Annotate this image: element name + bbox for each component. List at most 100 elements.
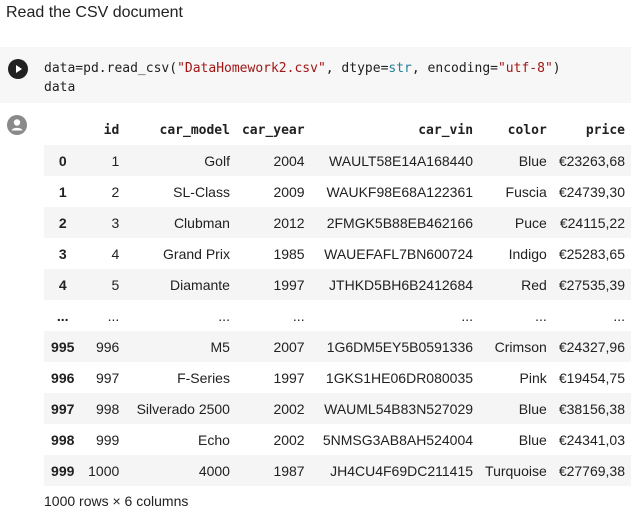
table-cell: F-Series	[177, 369, 230, 386]
table-cell: Blue	[518, 431, 547, 448]
table-cell: ...	[461, 307, 474, 324]
table-cell: ...	[613, 307, 625, 324]
table-cell: 4000	[198, 462, 230, 479]
markdown-cell-text: Read the CSV document	[6, 4, 183, 21]
table-cell: Clubman	[173, 214, 230, 231]
table-cell: 1	[111, 152, 120, 169]
table-row: 996 997 F-Series 1997 1GKS1HE06DR080035 Pink €…	[44, 362, 631, 393]
table-cell: 2004	[273, 152, 305, 169]
row-index: 1	[58, 183, 67, 200]
table-header-row: id car_model car_year car_vin color pric…	[44, 115, 631, 145]
row-index: 999	[51, 462, 75, 479]
table-cell: Pink	[519, 369, 547, 386]
table-cell: €24115,22	[559, 214, 625, 231]
table-cell: 5NMSG3AB8AH524004	[322, 431, 474, 448]
table-row: 995 996 M5 2007 1G6DM5EY5B0591336 Crimson €243…	[44, 331, 631, 362]
table-cell: 2009	[273, 183, 305, 200]
code-editor[interactable]: data=pd.read_csv("DataHomework2.csv", dt…	[44, 59, 561, 97]
table-cell: 1GKS1HE06DR080035	[325, 369, 474, 386]
table-cell: Echo	[198, 431, 230, 448]
table-cell: 1997	[273, 369, 305, 386]
dataframe-shape-text: 1000 rows × 6 columns	[44, 493, 189, 509]
table-cell: ...	[535, 307, 547, 324]
code-token: "utf-8"	[497, 61, 553, 76]
table-cell: Grand Prix	[163, 245, 230, 262]
play-icon[interactable]	[8, 59, 28, 79]
table-cell: 2002	[273, 431, 305, 448]
table-cell: 2007	[273, 338, 305, 355]
table-cell: 997	[95, 369, 120, 386]
code-token: "DataHomework2.csv"	[177, 61, 326, 76]
table-row: 0 1 Golf 2004 WAULT58E14A168440 Blue €23263,68	[44, 145, 631, 176]
table-cell: 2012	[273, 214, 305, 231]
table-cell: ...	[218, 307, 230, 324]
table-cell: 5	[111, 276, 120, 293]
code-token: str	[388, 61, 412, 76]
table-cell: €38156,38	[558, 400, 625, 417]
table-cell: SL-Class	[173, 183, 230, 200]
table-cell: 1997	[273, 276, 305, 293]
table-cell: €24341,03	[558, 431, 625, 448]
column-header-price: price	[585, 122, 625, 138]
table-cell: 1985	[273, 245, 305, 262]
row-index: 995	[51, 338, 75, 355]
table-cell: 1G6DM5EY5B0591336	[326, 338, 474, 355]
code-line-2: data	[44, 80, 76, 95]
table-cell: 999	[95, 431, 120, 448]
table-cell: JH4CU4F69DC211415	[330, 462, 474, 479]
table-cell: 996	[95, 338, 120, 355]
table-cell: Red	[521, 276, 547, 293]
row-index: 2	[58, 214, 67, 231]
table-cell: €24327,96	[558, 338, 625, 355]
table-cell: 1000	[88, 462, 120, 479]
code-token: , encoding=	[411, 61, 498, 76]
row-index: 3	[58, 245, 67, 262]
table-cell: Golf	[204, 152, 230, 169]
row-index: 997	[51, 400, 75, 417]
table-cell: WAUKF98E68A122361	[326, 183, 474, 200]
table-cell: 1987	[273, 462, 305, 479]
row-index: 0	[58, 152, 67, 169]
table-cell: Turquoise	[485, 462, 547, 479]
table-row: 999 1000 4000 1987 JH4CU4F69DC211415 Turquois…	[44, 455, 631, 486]
column-header-car-vin: car_vin	[418, 122, 474, 138]
output-icon	[7, 115, 27, 135]
table-row: 1 2 SL-Class 2009 WAUKF98E68A122361 Fuscia €24…	[44, 176, 631, 207]
table-cell: €24739,30	[558, 183, 625, 200]
table-cell: ...	[107, 307, 120, 324]
table-cell: 4	[111, 245, 120, 262]
row-index: ...	[56, 307, 69, 324]
row-index: 998	[51, 431, 75, 448]
table-cell: €27769,38	[558, 462, 625, 479]
table-cell: €23263,68	[558, 152, 625, 169]
table-cell: WAUEFAFL7BN600724	[324, 245, 474, 262]
table-row: 3 4 Grand Prix 1985 WAUEFAFL7BN600724 Indigo €…	[44, 238, 631, 269]
table-cell: 998	[95, 400, 120, 417]
table-cell: Blue	[518, 152, 547, 169]
table-row: 997 998 Silverado 2500 2002 WAUML54B83N52702…	[44, 393, 631, 424]
table-cell: Puce	[514, 214, 547, 231]
table-cell: WAUML54B83N527029	[324, 400, 474, 417]
code-token: data=pd.read_csv(	[44, 61, 178, 76]
table-cell: 2FMGK5B88EB462166	[326, 214, 474, 231]
table-cell: €27535,39	[558, 276, 625, 293]
code-line-1: data=pd.read_csv("DataHomework2.csv", dt…	[44, 59, 561, 78]
table-cell: Diamante	[170, 276, 230, 293]
table-cell: WAULT58E14A168440	[329, 152, 474, 169]
table-cell: €25283,65	[558, 245, 625, 262]
table-cell: €19454,75	[558, 369, 625, 386]
table-row: .....................	[44, 300, 631, 331]
code-token: )	[552, 61, 561, 76]
table-row: 998 999 Echo 2002 5NMSG3AB8AH524004 Blue €2434…	[44, 424, 631, 455]
column-header-color: color	[507, 122, 547, 138]
table-cell: Fuscia	[505, 183, 547, 200]
table-cell: M5	[210, 338, 230, 355]
table-cell: Crimson	[494, 338, 547, 355]
table-cell: Indigo	[508, 245, 547, 262]
table-cell: 2002	[273, 400, 305, 417]
table-cell: 3	[111, 214, 120, 231]
column-header-id: id	[103, 122, 120, 138]
table-cell: Blue	[518, 400, 547, 417]
column-header-index	[44, 115, 81, 145]
table-cell: ...	[292, 307, 305, 324]
